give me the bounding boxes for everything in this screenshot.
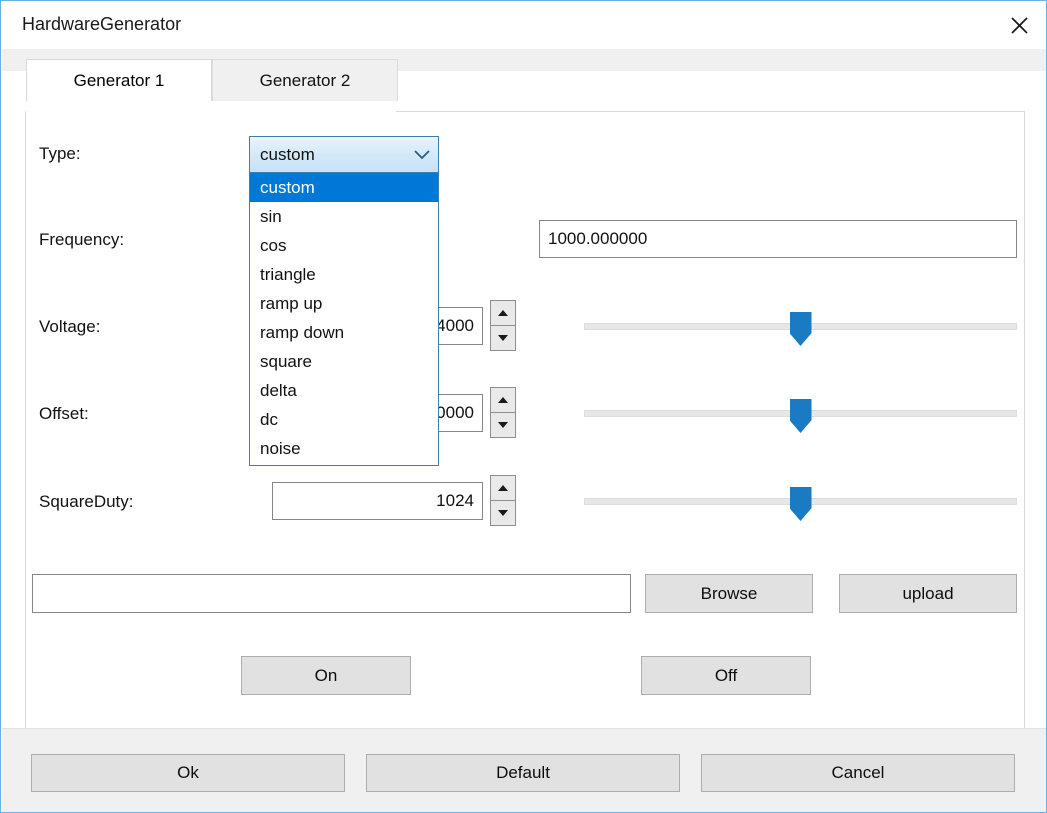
tab-panel-seam: [26, 110, 396, 113]
triangle-up-icon: [498, 310, 508, 316]
default-button[interactable]: Default: [366, 754, 680, 792]
dropdown-option-dc[interactable]: dc: [250, 405, 438, 434]
tab-strip: Generator 1 Generator 2: [2, 49, 1047, 71]
type-dropdown-list[interactable]: custom sin cos triangle ramp up ramp dow…: [249, 173, 439, 466]
dropdown-option-square[interactable]: square: [250, 347, 438, 376]
file-path-input[interactable]: [32, 574, 631, 613]
voltage-spinner[interactable]: [490, 300, 516, 352]
squareduty-input[interactable]: 1024: [272, 482, 483, 520]
browse-button[interactable]: Browse: [645, 574, 813, 613]
dialog-button-bar: Ok Default Cancel: [2, 728, 1047, 813]
close-button[interactable]: [991, 2, 1047, 48]
tab-generator-1-label: Generator 1: [74, 71, 165, 91]
squareduty-slider-thumb[interactable]: [790, 487, 812, 521]
dropdown-option-noise[interactable]: noise: [250, 434, 438, 463]
label-frequency: Frequency:: [39, 230, 124, 250]
cancel-button[interactable]: Cancel: [701, 754, 1015, 792]
tab-generator-2[interactable]: Generator 2: [212, 59, 398, 101]
dropdown-option-sin[interactable]: sin: [250, 202, 438, 231]
squareduty-spin-down-button[interactable]: [490, 500, 516, 526]
dropdown-option-ramp-down[interactable]: ramp down: [250, 318, 438, 347]
dropdown-option-custom[interactable]: custom: [250, 173, 438, 202]
voltage-spin-up-button[interactable]: [490, 300, 516, 326]
chevron-down-icon: [406, 150, 438, 160]
squareduty-spinner[interactable]: [490, 475, 516, 527]
voltage-slider-thumb[interactable]: [790, 312, 812, 346]
on-button[interactable]: On: [241, 656, 411, 695]
upload-button[interactable]: upload: [839, 574, 1017, 613]
squareduty-slider[interactable]: [584, 481, 1017, 521]
triangle-up-icon: [498, 485, 508, 491]
title-bar: HardwareGenerator: [2, 2, 1047, 50]
label-voltage: Voltage:: [39, 317, 100, 337]
ok-button[interactable]: Ok: [31, 754, 345, 792]
voltage-spin-down-button[interactable]: [490, 325, 516, 351]
type-combobox[interactable]: custom: [249, 136, 439, 173]
triangle-down-icon: [498, 510, 508, 516]
squareduty-spin-up-button[interactable]: [490, 475, 516, 501]
label-squareduty: SquareDuty:: [39, 492, 134, 512]
dropdown-option-triangle[interactable]: triangle: [250, 260, 438, 289]
offset-slider-thumb[interactable]: [790, 399, 812, 433]
voltage-slider[interactable]: [584, 306, 1017, 346]
off-button[interactable]: Off: [641, 656, 811, 695]
close-icon: [1010, 16, 1029, 35]
offset-slider[interactable]: [584, 393, 1017, 433]
triangle-down-icon: [498, 335, 508, 341]
frequency-input[interactable]: 1000.000000: [539, 220, 1017, 258]
dropdown-option-ramp-up[interactable]: ramp up: [250, 289, 438, 318]
tab-generator-2-label: Generator 2: [260, 71, 351, 91]
type-combobox-value: custom: [250, 145, 406, 165]
offset-spinner[interactable]: [490, 387, 516, 439]
dropdown-option-delta[interactable]: delta: [250, 376, 438, 405]
label-type: Type:: [39, 144, 81, 164]
tab-generator-1[interactable]: Generator 1: [26, 59, 212, 101]
window-title: HardwareGenerator: [22, 14, 181, 35]
hardware-generator-dialog: HardwareGenerator Generator 1 Generator …: [0, 0, 1047, 813]
label-offset: Offset:: [39, 404, 89, 424]
triangle-down-icon: [498, 422, 508, 428]
offset-spin-up-button[interactable]: [490, 387, 516, 413]
dropdown-option-cos[interactable]: cos: [250, 231, 438, 260]
triangle-up-icon: [498, 397, 508, 403]
offset-spin-down-button[interactable]: [490, 412, 516, 438]
